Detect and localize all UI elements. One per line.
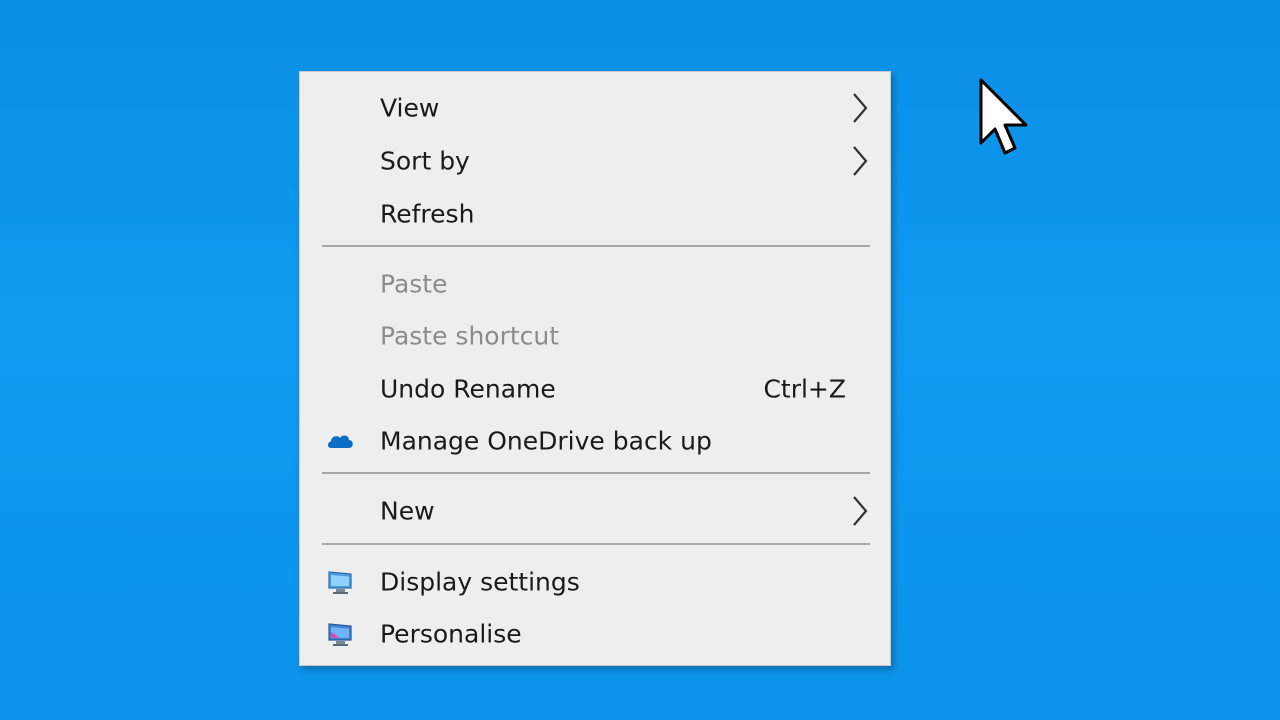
menu-item-paste-shortcut: Paste shortcut: [300, 311, 890, 361]
menu-item-label: Sort by: [380, 146, 470, 176]
menu-item-label: View: [380, 93, 440, 123]
chevron-right-icon: [853, 93, 868, 123]
menu-separator: [322, 472, 870, 474]
mouse-pointer-icon: [979, 78, 1028, 155]
menu-item-undo-rename[interactable]: Undo Rename Ctrl+Z: [300, 364, 890, 414]
menu-item-label: Manage OneDrive back up: [380, 426, 712, 456]
display-monitor-icon: [328, 571, 352, 594]
desktop-context-menu: View Sort by Refresh Paste Paste shortcu…: [299, 71, 891, 666]
menu-item-label: Personalise: [380, 619, 522, 649]
menu-separator: [322, 245, 870, 247]
menu-item-new[interactable]: New: [300, 486, 890, 536]
keyboard-shortcut-label: Ctrl+Z: [763, 374, 846, 404]
menu-item-display-settings[interactable]: Display settings: [300, 557, 890, 607]
menu-item-refresh[interactable]: Refresh: [300, 189, 890, 239]
onedrive-cloud-icon: [328, 435, 353, 448]
personalise-monitor-icon: [328, 623, 352, 646]
menu-item-label: Refresh: [380, 199, 475, 229]
chevron-right-icon: [853, 496, 868, 526]
menu-item-label: Undo Rename: [380, 374, 556, 404]
menu-item-label: Paste: [380, 269, 448, 299]
menu-item-personalise[interactable]: Personalise: [300, 609, 890, 659]
chevron-right-icon: [853, 146, 868, 176]
menu-item-paste: Paste: [300, 259, 890, 309]
menu-separator: [322, 543, 870, 545]
menu-item-label: New: [380, 496, 435, 526]
menu-item-sort-by[interactable]: Sort by: [300, 136, 890, 186]
menu-item-label: Display settings: [380, 567, 580, 597]
menu-item-label: Paste shortcut: [380, 321, 560, 351]
desktop-background[interactable]: View Sort by Refresh Paste Paste shortcu…: [0, 0, 1280, 720]
menu-item-view[interactable]: View: [300, 83, 890, 133]
menu-item-manage-onedrive-backup[interactable]: Manage OneDrive back up: [300, 416, 890, 466]
